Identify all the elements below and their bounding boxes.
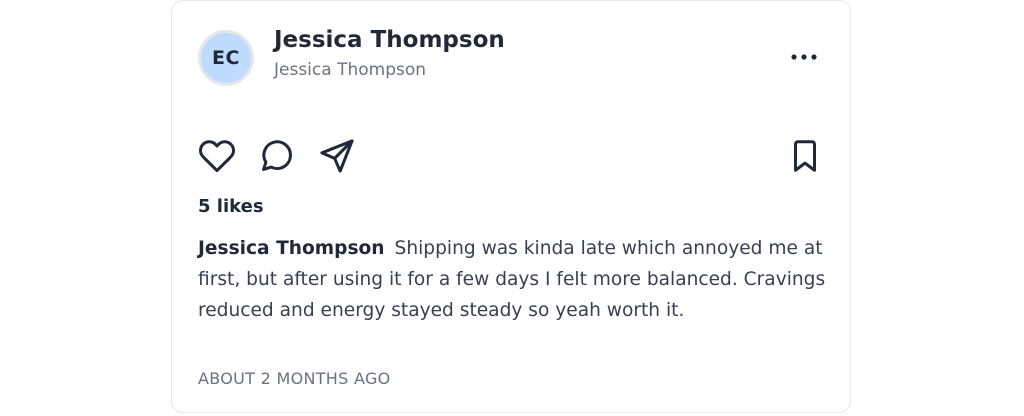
more-options-button[interactable] — [788, 45, 820, 69]
author-info: Jessica Thompson Jessica Thompson — [274, 25, 505, 85]
caption-author[interactable]: Jessica Thompson — [198, 238, 385, 259]
heart-icon — [199, 140, 235, 173]
author-display-name[interactable]: Jessica Thompson — [274, 25, 505, 55]
post-timestamp: ABOUT 2 MONTHS AGO — [198, 369, 391, 388]
like-button[interactable] — [198, 137, 236, 175]
author-username: Jessica Thompson — [274, 60, 427, 80]
post-caption: Jessica Thompson Shipping was kinda late … — [198, 233, 838, 326]
send-icon — [320, 139, 354, 173]
comment-button[interactable] — [258, 137, 296, 175]
save-button[interactable] — [786, 137, 824, 175]
likes-count[interactable]: 5 likes — [198, 193, 264, 221]
comment-icon — [262, 140, 292, 171]
avatar[interactable]: EC — [198, 30, 254, 86]
share-button[interactable] — [318, 137, 356, 175]
bookmark-icon — [793, 140, 817, 172]
post-card: EC Jessica Thompson Jessica Thompson 5 l… — [171, 0, 851, 413]
more-horizontal-icon — [791, 54, 817, 60]
post-actions — [198, 137, 824, 175]
post-header: EC Jessica Thompson Jessica Thompson — [198, 27, 824, 89]
